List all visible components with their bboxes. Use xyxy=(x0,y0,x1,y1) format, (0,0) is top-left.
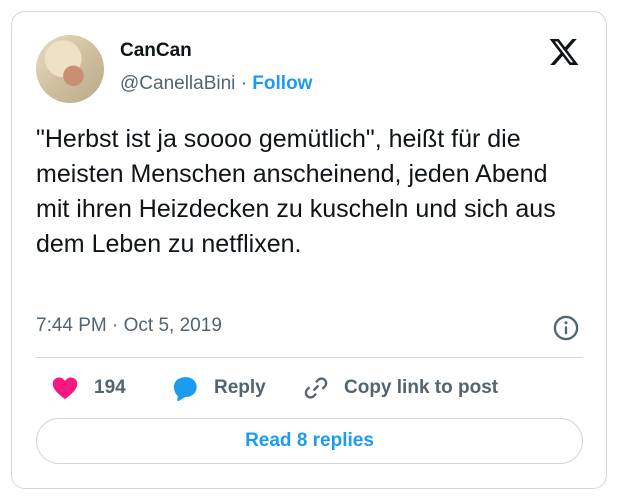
tweet-timestamp: 7:44 PM · Oct 5, 2019 xyxy=(36,315,222,337)
tweet-text: "Herbst ist ja soooo gemütlich", heißt f… xyxy=(36,125,556,258)
timestamp-separator: · xyxy=(112,315,119,336)
like-count: 194 xyxy=(94,377,126,398)
author-handle-row: @CanellaBini · Follow xyxy=(120,73,312,95)
read-replies-button[interactable]: Read 8 replies xyxy=(36,418,583,464)
heart-icon xyxy=(52,377,78,400)
tweet-date[interactable]: Oct 5, 2019 xyxy=(124,315,222,336)
reply-label: Reply xyxy=(214,377,266,398)
speech-bubble-icon xyxy=(173,377,197,402)
action-bar: 194 Reply Copy link to post xyxy=(36,370,583,406)
tweet-card: CanCan @CanellaBini · Follow "Herbst ist… xyxy=(11,11,607,489)
divider xyxy=(36,357,583,358)
tweet-time[interactable]: 7:44 PM xyxy=(36,315,107,336)
author-handle[interactable]: @CanellaBini xyxy=(120,73,235,94)
copy-link-button[interactable]: Copy link to post xyxy=(302,370,498,406)
copy-link-label: Copy link to post xyxy=(344,377,499,398)
link-icon xyxy=(304,377,328,399)
author-name[interactable]: CanCan xyxy=(120,40,192,62)
follow-button[interactable]: Follow xyxy=(252,73,312,94)
avatar[interactable] xyxy=(36,35,104,103)
info-icon[interactable] xyxy=(552,314,580,342)
like-button[interactable]: 194 xyxy=(50,370,126,406)
reply-button[interactable]: Reply xyxy=(170,370,266,406)
handle-separator: · xyxy=(240,73,248,94)
x-logo-icon[interactable] xyxy=(547,36,581,68)
